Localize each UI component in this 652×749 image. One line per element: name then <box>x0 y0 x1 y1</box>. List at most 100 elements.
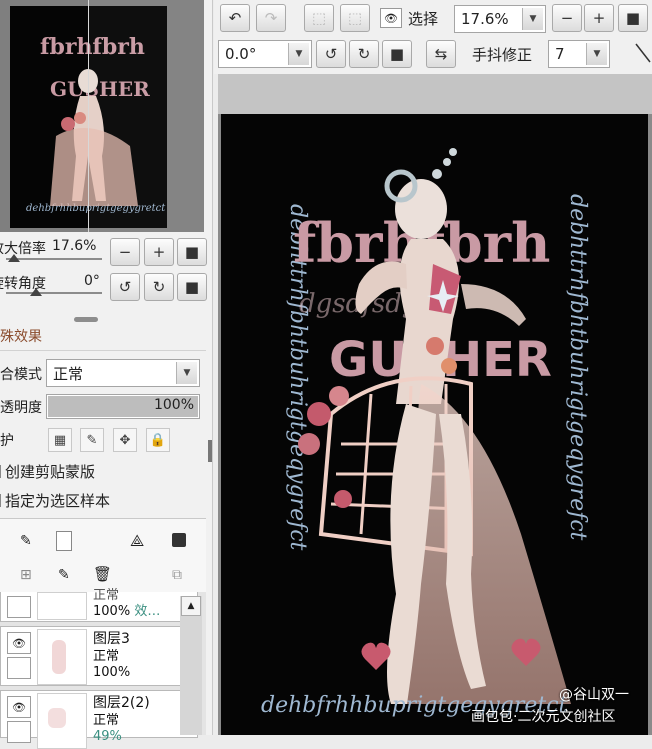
reset-icon: ■ <box>184 278 200 296</box>
lock-toggle[interactable] <box>7 657 31 679</box>
layer-name: 图层2(2) <box>93 695 150 711</box>
layer-opacity: 49% <box>93 729 122 744</box>
layer-row[interactable]: 👁 图层2(2) 正常 49% <box>0 690 198 749</box>
deselect-button[interactable]: ⬚ <box>304 4 334 32</box>
panel-splitter[interactable] <box>208 440 212 462</box>
blend-mode-label: 混合模式 <box>0 367 42 383</box>
angle-reset-button[interactable]: ■ <box>177 273 207 301</box>
clipping-mask-checkbox[interactable]: 创建剪贴蒙版 <box>0 461 95 482</box>
zoom-reset-button[interactable]: ■ <box>177 238 207 266</box>
opacity-slider[interactable]: 100% <box>46 394 200 419</box>
top-toolbar: ↶ ↷ ⬚ ⬚ 👁 选择 17.6% ▼ − + ■ 0.0° ▼ ↺ ↻ ■ … <box>214 0 652 74</box>
protect-move-button[interactable]: ✥ <box>113 428 137 452</box>
zoom-in-button[interactable]: + <box>584 4 614 32</box>
visibility-toggle[interactable]: 👁 <box>7 696 31 718</box>
artwork-canvas[interactable]: debhttrhfbhtbuhrigtgeqygrefct debhttrhfb… <box>221 114 648 735</box>
layer-effect: 效… <box>134 604 161 619</box>
rotate-reset-button[interactable]: ■ <box>382 40 412 68</box>
watermark-author: @谷山双一 <box>559 687 629 703</box>
angle-select[interactable]: 0.0° ▼ <box>218 40 312 68</box>
layer-row[interactable]: 正常 100% 效… <box>0 588 198 622</box>
layer-effect-icon[interactable]: ⟁ <box>130 531 144 551</box>
selection-sample-checkbox[interactable]: 指定为选区样本 <box>0 490 110 511</box>
zoom-select-value: 17.6% <box>461 10 509 28</box>
divider <box>0 350 206 351</box>
layer-row[interactable]: 👁 图层3 正常 100% <box>0 626 198 686</box>
protect-transparency-button[interactable]: ▦ <box>48 428 72 452</box>
flip-icon: ⇆ <box>434 45 448 63</box>
zoom-slider[interactable] <box>6 258 102 260</box>
angle-slider[interactable] <box>6 292 102 294</box>
zoom-select[interactable]: 17.6% ▼ <box>454 5 546 33</box>
layer-name: 正常 <box>93 588 120 603</box>
copy-layer-icon[interactable]: ⊞ <box>20 567 32 583</box>
stabilizer-select[interactable]: 7 ▼ <box>548 40 610 68</box>
layer-mode: 正常 <box>93 713 120 728</box>
checkbox[interactable] <box>0 465 1 478</box>
zoom-in-button[interactable]: + <box>144 238 174 266</box>
panel-resize-grip[interactable] <box>74 317 98 322</box>
zoom-out-button[interactable]: − <box>110 238 140 266</box>
thumb-content <box>52 640 66 674</box>
reset-icon: ■ <box>625 9 641 27</box>
layer-info: 100% 效… <box>93 604 160 620</box>
lock-toggle[interactable] <box>7 721 31 743</box>
trash-icon[interactable]: 🗑 <box>93 565 112 583</box>
eye-icon: 👁 <box>12 700 26 714</box>
protect-paint-button[interactable]: ✎ <box>80 428 104 452</box>
plus-icon: + <box>592 9 606 27</box>
layer-opacity: 100% <box>93 665 131 680</box>
undo-icon: ↶ <box>228 9 242 27</box>
blend-mode-select[interactable]: 正常 ▼ <box>46 359 200 387</box>
invert-selection-button[interactable]: ⬚ <box>340 4 370 32</box>
eye-icon: 👁 <box>12 636 26 650</box>
protect-label: 保护 <box>0 433 14 449</box>
new-layer-icon[interactable]: ✎ <box>20 533 32 549</box>
protect-lock-button[interactable]: 🔒 <box>146 428 170 452</box>
visibility-toggle[interactable] <box>7 596 31 618</box>
checker-icon: ▦ <box>53 432 67 448</box>
rotate-right-icon: ↻ <box>152 278 166 296</box>
zoom-reset-button[interactable]: ■ <box>618 4 648 32</box>
visibility-toggle[interactable]: 👁 <box>7 632 31 654</box>
canvas-area[interactable]: debhttrhfbhtbuhrigtgeqygrefct debhttrhfb… <box>218 74 652 735</box>
scroll-up-icon[interactable]: ▲ <box>181 596 201 616</box>
pen-icon: ✎ <box>86 432 98 448</box>
opacity-label: 不透明度 <box>0 400 42 416</box>
layer-list[interactable]: 正常 100% 效… 👁 图层3 正常 100% 👁 图层2(2) 正常 49% <box>0 588 206 749</box>
selection-sample-label: 指定为选区样本 <box>5 492 111 510</box>
rotate-right-button[interactable]: ↻ <box>349 40 379 68</box>
rotate-right-icon: ↻ <box>357 45 371 63</box>
selection-visibility-toggle[interactable]: 👁 <box>380 8 402 28</box>
angle-slider-thumb[interactable] <box>30 288 42 296</box>
chevron-down-icon: ▼ <box>586 43 607 65</box>
zoom-out-button[interactable]: − <box>552 4 582 32</box>
checkbox[interactable] <box>0 494 1 507</box>
navigator-viewport[interactable] <box>88 0 204 232</box>
chevron-down-icon: ▼ <box>522 8 543 30</box>
layer-thumbnail <box>37 693 87 749</box>
watermark-site: 画包包·二次元文创社区 <box>471 709 616 725</box>
rotate-left-button[interactable]: ↺ <box>110 273 140 301</box>
zoom-slider-thumb[interactable] <box>8 254 20 262</box>
rotate-left-icon: ↺ <box>118 278 132 296</box>
line-tool-button[interactable] <box>624 38 652 68</box>
artwork-illustration: debhttrhfbhtbuhrigtgeqygrefct debhttrhfb… <box>221 114 648 735</box>
layer-name: 图层3 <box>93 631 130 647</box>
flip-horizontal-button[interactable]: ⇆ <box>426 40 456 68</box>
layer-mask-icon[interactable] <box>172 533 186 547</box>
reset-icon: ■ <box>389 45 405 63</box>
undo-button[interactable]: ↶ <box>220 4 250 32</box>
artwork-script-right: debhttrhfbhtbuhrigtgeqygrefct <box>565 194 590 541</box>
rotate-right-button[interactable]: ↻ <box>144 273 174 301</box>
rotate-left-button[interactable]: ↺ <box>316 40 346 68</box>
merge-down-icon[interactable]: ✎ <box>58 567 70 583</box>
new-folder-icon[interactable] <box>56 531 72 551</box>
layer-thumbnail <box>37 629 87 685</box>
layer-scrollbar[interactable]: ▲ <box>180 596 202 735</box>
special-effects-header[interactable]: 特殊效果 <box>0 326 42 346</box>
redo-button[interactable]: ↷ <box>256 4 286 32</box>
navigator-panel[interactable]: fbrhfbrh GUSHER dehbfrhhbuprigtgegygretc… <box>0 0 204 232</box>
merge-layers-icon[interactable]: ⧉ <box>172 567 182 583</box>
minus-icon: − <box>560 9 574 27</box>
